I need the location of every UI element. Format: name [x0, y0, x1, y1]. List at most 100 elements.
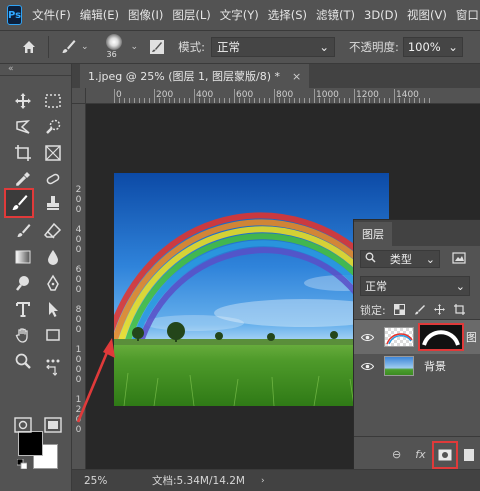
ruler-minor-tick: [344, 98, 345, 103]
ruler-minor-tick: [264, 98, 265, 103]
layer-thumbnail[interactable]: [384, 327, 414, 347]
layer-mask-thumbnail[interactable]: [418, 323, 464, 351]
horizontal-ruler[interactable]: 0 200 400 600 800 1000 1200 1400: [86, 88, 480, 104]
lasso-tool-icon[interactable]: [12, 116, 34, 138]
gradient-tool-icon[interactable]: [12, 246, 34, 268]
ruler-label: 0: [75, 205, 82, 215]
blend-mode-select[interactable]: 正常 ⌄: [360, 276, 470, 296]
lock-transparency-icon[interactable]: [394, 304, 406, 316]
healing-brush-tool-icon[interactable]: [42, 168, 64, 190]
separator: [48, 36, 49, 58]
ruler-label: 0: [75, 375, 82, 385]
chevron-down-icon[interactable]: ⌄: [131, 42, 139, 52]
brush-panel-toggle-icon[interactable]: [146, 36, 168, 58]
ruler-minor-tick: [199, 98, 200, 103]
menu-select[interactable]: 选择(S): [268, 7, 307, 23]
chevron-right-icon[interactable]: ›: [261, 476, 265, 486]
menu-image[interactable]: 图像(I): [128, 7, 163, 23]
ruler-minor-tick: [294, 98, 295, 103]
frame-tool-icon[interactable]: [42, 142, 64, 164]
swap-colors-icon[interactable]: [44, 364, 58, 378]
lock-artboard-icon[interactable]: [454, 304, 466, 316]
collapse-toolbar-button[interactable]: «: [0, 64, 71, 76]
history-brush-tool-icon[interactable]: [12, 220, 34, 242]
ruler-minor-tick: [219, 98, 220, 103]
tab-layers[interactable]: 图层: [354, 222, 392, 246]
quick-selection-tool-icon[interactable]: [42, 116, 64, 138]
ruler-minor-tick: [359, 98, 360, 103]
blur-tool-icon[interactable]: [42, 246, 64, 268]
home-icon[interactable]: [18, 36, 40, 58]
fx-button[interactable]: fx: [415, 444, 425, 466]
lock-position-icon[interactable]: [434, 304, 446, 316]
menu-layer[interactable]: 图层(L): [172, 7, 210, 23]
opacity-select[interactable]: 100% ⌄: [402, 37, 463, 57]
layer-filter-select[interactable]: 类型 ⌄: [360, 250, 440, 268]
ruler-minor-tick: [324, 98, 325, 103]
screen-mode-icon[interactable]: [42, 414, 64, 436]
photoshop-logo-icon[interactable]: Ps: [7, 5, 23, 25]
ruler-minor-tick: [149, 98, 150, 103]
rainbow-landscape-image[interactable]: [114, 173, 389, 406]
layer-filter-row: 类型 ⌄: [354, 246, 480, 272]
brush-size-value: 36: [106, 50, 117, 59]
ruler-label: 0: [75, 415, 82, 425]
clone-stamp-tool-icon[interactable]: [42, 192, 64, 214]
ruler-tick: [354, 89, 355, 103]
hand-tool-icon[interactable]: [12, 324, 34, 346]
crop-tool-icon[interactable]: [12, 142, 34, 164]
mode-select[interactable]: 正常 ⌄: [210, 37, 335, 57]
menu-3d[interactable]: 3D(D): [364, 8, 398, 22]
chevron-down-icon: ⌄: [448, 40, 458, 54]
brush-tool-icon[interactable]: [4, 188, 34, 218]
menu-edit[interactable]: 编辑(E): [80, 7, 119, 23]
layer-name[interactable]: 背景: [424, 358, 446, 374]
ruler-label: 0: [75, 285, 82, 295]
menu-bar: Ps 文件(F) 编辑(E) 图像(I) 图层(L) 文字(Y) 选择(S) 滤…: [0, 0, 480, 30]
ruler-corner[interactable]: [72, 88, 86, 104]
brush-preset-icon[interactable]: [57, 36, 79, 58]
link-layers-icon[interactable]: ⊖: [392, 444, 401, 466]
zoom-tool-icon[interactable]: [12, 350, 34, 372]
chevron-down-icon[interactable]: ⌄: [81, 42, 89, 52]
dodge-tool-icon[interactable]: [12, 272, 34, 294]
marquee-tool-icon[interactable]: [42, 90, 64, 112]
ruler-tick: [114, 89, 115, 103]
layer-row-layer1[interactable]: 图: [354, 320, 480, 354]
ruler-minor-tick: [244, 98, 245, 103]
menu-type[interactable]: 文字(Y): [220, 7, 259, 23]
ruler-minor-tick: [339, 98, 340, 103]
zoom-level[interactable]: 25%: [84, 475, 136, 487]
document-tab[interactable]: 1.jpeg @ 25% (图层 1, 图层蒙版/8) * ×: [80, 64, 310, 88]
quick-mask-icon[interactable]: [12, 414, 34, 436]
eyedropper-tool-icon[interactable]: [12, 168, 34, 190]
close-icon[interactable]: ×: [292, 70, 301, 83]
path-selection-tool-icon[interactable]: [42, 298, 64, 320]
brush-size-picker[interactable]: 36: [101, 34, 129, 60]
visibility-eye-icon[interactable]: [360, 359, 374, 373]
adjustment-layer-icon[interactable]: [463, 444, 474, 466]
ruler-minor-tick: [124, 98, 125, 103]
menu-view[interactable]: 视图(V): [407, 7, 447, 23]
image-filter-icon[interactable]: [452, 251, 466, 267]
document-size: 文档:5.34M/14.2M: [152, 475, 245, 487]
vertical-ruler[interactable]: 20040060080010001200: [72, 104, 86, 469]
default-colors-icon[interactable]: [16, 458, 28, 470]
menu-window[interactable]: 窗口: [456, 7, 479, 23]
add-layer-mask-button[interactable]: [431, 440, 458, 469]
eraser-tool-icon[interactable]: [42, 220, 64, 242]
background-layer-thumbnail[interactable]: [384, 356, 414, 376]
move-tool-icon[interactable]: [12, 90, 34, 112]
layer-row-background[interactable]: 背景: [354, 354, 480, 378]
ruler-label: 0: [75, 315, 82, 325]
type-tool-icon[interactable]: [12, 298, 34, 320]
layer-name[interactable]: 图: [466, 329, 476, 345]
ruler-minor-tick: [184, 98, 185, 103]
menu-filter[interactable]: 滤镜(T): [316, 7, 355, 23]
menu-file[interactable]: 文件(F): [32, 7, 71, 23]
ruler-minor-tick: [364, 98, 365, 103]
pen-tool-icon[interactable]: [42, 272, 64, 294]
lock-pixels-icon[interactable]: [414, 304, 426, 316]
visibility-eye-icon[interactable]: [360, 330, 374, 344]
rectangle-tool-icon[interactable]: [42, 324, 64, 346]
